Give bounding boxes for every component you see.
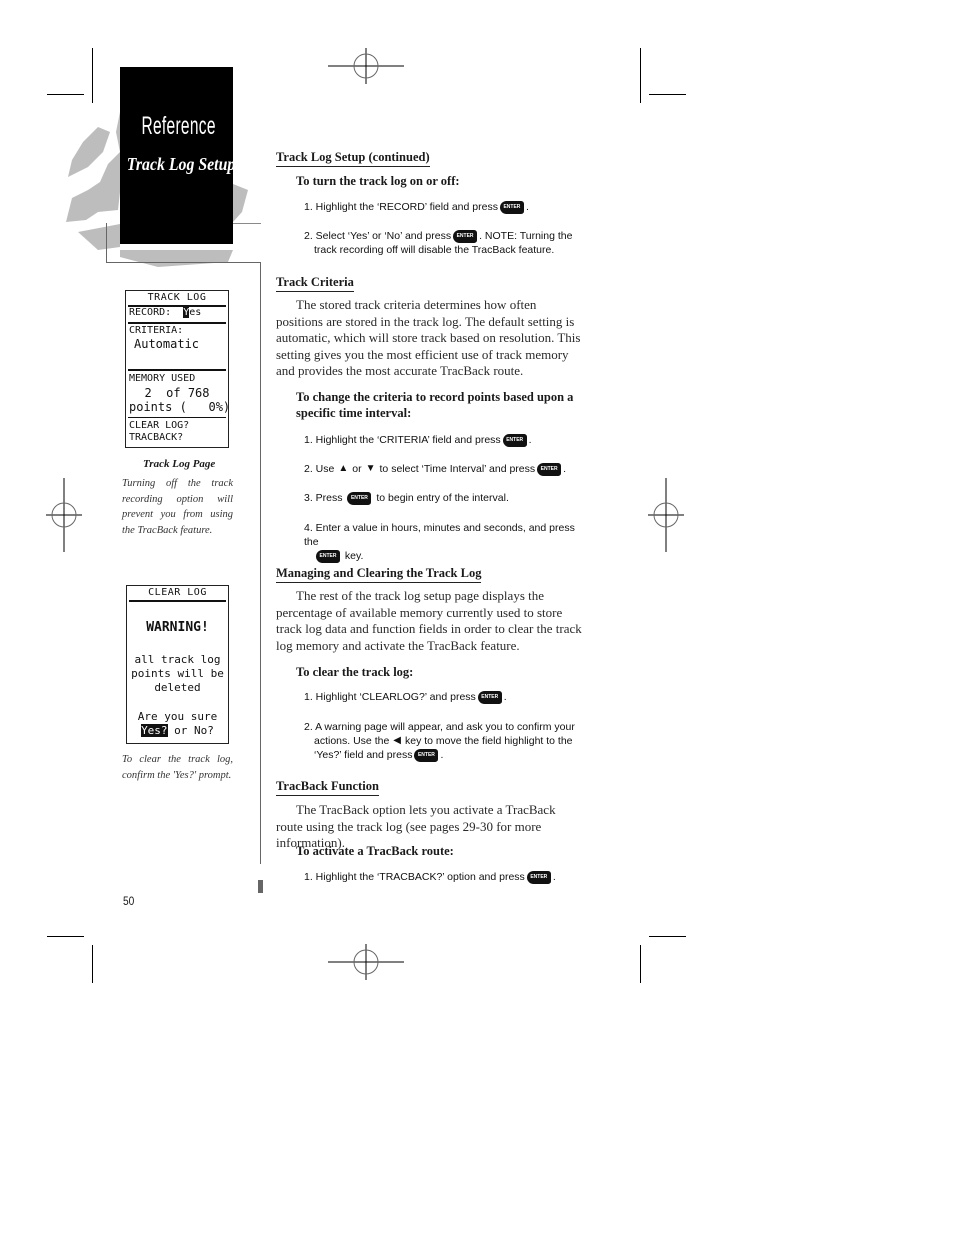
confirm-options: Yes? or No? [130, 724, 225, 737]
enter-key-icon: ENTER [526, 870, 551, 884]
memory-used-percent: points ( 0%) [129, 400, 231, 414]
registration-mark-left [46, 478, 82, 552]
subheading: To activate a TracBack route: [296, 844, 454, 858]
registration-mark-bottom [328, 944, 404, 980]
criteria-label: CRITERIA: [129, 325, 184, 336]
confirm-prompt: Are you sure [137, 710, 218, 723]
enter-key-icon: ENTER [477, 690, 502, 704]
no-option: or No? [167, 724, 214, 737]
step: 2. A warning page will appear, and ask y… [304, 721, 575, 762]
caption-text: Turning off the track recording option w… [122, 478, 233, 536]
enter-key-icon: ENTER [537, 462, 562, 476]
paragraph: The stored track criteria determines how… [276, 297, 581, 379]
step: 1. Highlight ‘CLEARLOG?’ and press ENTER. [304, 690, 507, 704]
registration-mark-right [648, 478, 684, 552]
yes-option: Yes? [141, 724, 168, 737]
up-arrow-icon: ▲ [338, 463, 349, 475]
section-heading: Managing and Clearing the Track Log [276, 566, 482, 583]
step: 2. Use ▲ or ▼ to select ‘Time Interval’ and … [304, 462, 567, 476]
memory-used-label: MEMORY USED [129, 373, 196, 384]
step: 3. Press ENTER to begin entry of the int… [304, 491, 509, 505]
warning-line: points will be [131, 667, 224, 680]
enter-key-icon: ENTER [499, 200, 524, 214]
column-divider [260, 262, 261, 864]
enter-key-icon: ENTER [502, 433, 527, 447]
subheading: To change the criteria to record points … [296, 390, 574, 420]
criteria-value: Automatic [134, 337, 200, 351]
section-title: Reference [141, 112, 216, 140]
caption-text: To clear the track log, confirm the 'Yes… [122, 754, 233, 781]
crop-mark [640, 945, 641, 983]
crop-mark [640, 48, 641, 103]
enter-key-icon: ENTER [453, 229, 478, 243]
warning-line: all track log [134, 653, 221, 666]
crop-mark [47, 936, 84, 937]
warning-title: WARNING! [146, 620, 209, 635]
down-arrow-icon: ▼ [365, 463, 376, 475]
enter-key-icon: ENTER [347, 491, 372, 505]
enter-key-icon: ENTER [414, 748, 439, 762]
section-heading: Track Log Setup (continued) [276, 150, 430, 167]
clear-log-field: CLEAR LOG? [129, 420, 190, 431]
memory-used-count: 2 of 768 [144, 386, 210, 400]
divider [233, 223, 261, 224]
tracback-field: TRACBACK? [129, 432, 184, 443]
crop-mark [649, 94, 686, 95]
caption-title: Track Log Page [143, 458, 216, 470]
track-log-screen: TRACK LOG RECORD: Yes CRITERIA: Automati… [125, 290, 231, 448]
subsection-title: Track Log Setup [126, 154, 236, 174]
column-marker [258, 880, 263, 893]
divider [106, 262, 261, 263]
enter-key-icon: ENTER [316, 549, 340, 563]
crop-mark [92, 945, 93, 983]
divider [106, 223, 107, 263]
clear-log-screen: CLEAR LOG WARNING! all track log points … [126, 585, 229, 744]
section-heading: Track Criteria [276, 275, 354, 292]
step: 1. Highlight the ‘CRITERIA’ field and pr… [304, 433, 532, 447]
registration-mark-top [328, 48, 404, 84]
step: 1. Highlight the ‘TRACBACK?’ option and … [304, 870, 556, 884]
page-number: 50 [123, 894, 135, 908]
record-field: RECORD: Yes [129, 307, 202, 318]
left-arrow-icon: ◀ [393, 735, 401, 747]
section-heading: TracBack Function [276, 779, 379, 796]
crop-mark [649, 936, 686, 937]
screen-title: CLEAR LOG [148, 587, 207, 598]
screen-title: TRACK LOG [147, 292, 207, 303]
subheading: To clear the track log: [296, 665, 414, 679]
subheading: To turn the track log on or off: [296, 174, 460, 188]
step: 1. Highlight the ‘RECORD’ field and pres… [304, 200, 529, 214]
step: 4. Enter a value in hours, minutes and s… [304, 522, 575, 563]
step: 2. Select ‘Yes’ or ‘No’ and press ENTER. … [304, 229, 573, 256]
warning-line: deleted [154, 681, 201, 694]
paragraph: The rest of the track log setup page dis… [276, 588, 582, 653]
